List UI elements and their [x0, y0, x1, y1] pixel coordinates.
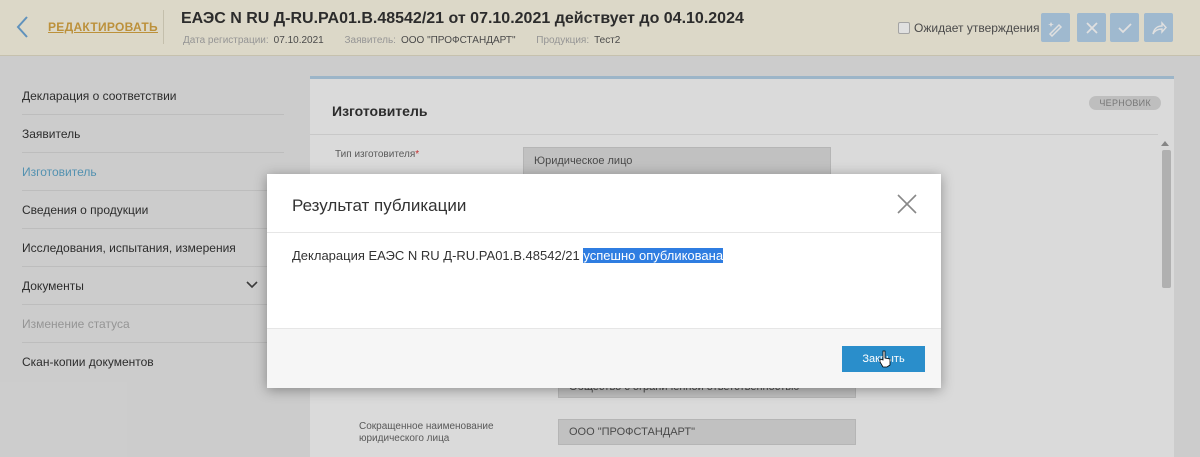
message-text: Декларация ЕАЭС N RU Д-RU.PA01.B.48542/2…	[292, 248, 584, 263]
publish-result-dialog: Результат публикации Декларация ЕАЭС N R…	[267, 174, 941, 388]
message-highlight: успешно опубликована	[583, 248, 724, 263]
dialog-message: Декларация ЕАЭС N RU Д-RU.PA01.B.48542/2…	[292, 248, 724, 263]
close-icon[interactable]	[895, 192, 919, 216]
dialog-divider	[267, 232, 941, 233]
dialog-title: Результат публикации	[292, 196, 467, 215]
hand-cursor-icon	[879, 350, 891, 368]
dialog-footer: Закрыть	[267, 329, 941, 388]
